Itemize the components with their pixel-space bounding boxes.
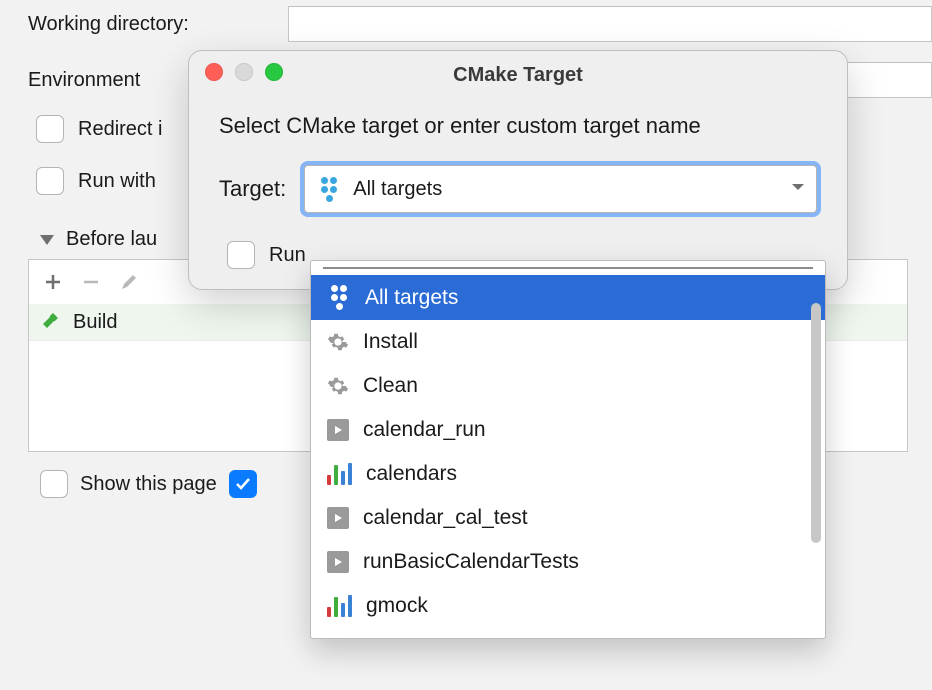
dialog-prompt: Select CMake target or enter custom targ… <box>219 113 817 139</box>
executable-icon <box>327 507 349 529</box>
redirect-checkbox[interactable] <box>36 115 64 143</box>
all-targets-icon <box>327 285 351 310</box>
before-launch-title: Before lau <box>66 228 157 251</box>
redirect-label: Redirect i <box>78 118 162 141</box>
hammer-icon <box>39 310 63 334</box>
dropdown-item-label: Install <box>363 330 418 354</box>
dropdown-item-label: calendars <box>366 462 457 486</box>
executable-icon <box>327 419 349 441</box>
run-with-label: Run with <box>78 170 156 193</box>
dropdown-item-label: All targets <box>365 286 458 310</box>
dialog-title: CMake Target <box>189 56 847 87</box>
dropdown-item[interactable]: runBasicCalendarTests <box>311 540 825 584</box>
titlebar: CMake Target <box>189 51 847 91</box>
dropdown-item[interactable]: calendars <box>311 452 825 496</box>
activate-checkbox[interactable] <box>229 470 257 498</box>
target-dropdown: All targets Install Clean calendar_runcalen… <box>310 260 826 639</box>
dropdown-item-label: gmock <box>366 594 428 618</box>
gear-icon <box>327 375 349 397</box>
window-controls <box>205 63 283 81</box>
chevron-down-icon <box>790 178 806 201</box>
run-label: Run <box>269 244 306 267</box>
dropdown-item[interactable]: gmock <box>311 584 825 628</box>
dialog-body: Select CMake target or enter custom targ… <box>189 91 847 269</box>
working-directory-label: Working directory: <box>28 13 288 36</box>
dropdown-search-underline <box>323 267 813 269</box>
dropdown-item[interactable]: Clean <box>311 364 825 408</box>
target-value: All targets <box>353 178 442 201</box>
dropdown-item[interactable]: Install <box>311 320 825 364</box>
dropdown-item-label: calendar_cal_test <box>363 506 528 530</box>
working-directory-row: Working directory: <box>28 6 932 42</box>
run-with-checkbox[interactable] <box>36 167 64 195</box>
close-icon[interactable] <box>205 63 223 81</box>
dropdown-item[interactable]: All targets <box>311 275 825 320</box>
run-checkbox[interactable] <box>227 241 255 269</box>
working-directory-input[interactable] <box>288 6 932 42</box>
dropdown-item[interactable]: calendar_cal_test <box>311 496 825 540</box>
gear-icon <box>327 331 349 353</box>
target-row: Target: All targets <box>219 165 817 213</box>
task-label: Build <box>73 311 117 334</box>
add-button[interactable] <box>39 268 67 296</box>
executable-icon <box>327 551 349 573</box>
dropdown-item-label: runBasicCalendarTests <box>363 550 579 574</box>
target-label: Target: <box>219 176 286 202</box>
cmake-target-dialog: CMake Target Select CMake target or ente… <box>188 50 848 290</box>
dropdown-item-label: calendar_run <box>363 418 486 442</box>
minimize-icon[interactable] <box>235 63 253 81</box>
edit-button[interactable] <box>115 268 143 296</box>
show-page-label: Show this page <box>80 473 217 496</box>
target-combobox[interactable]: All targets <box>304 165 817 213</box>
show-page-checkbox[interactable] <box>40 470 68 498</box>
scrollbar[interactable] <box>811 303 821 543</box>
remove-button[interactable] <box>77 268 105 296</box>
all-targets-icon <box>317 177 341 202</box>
library-icon <box>327 463 352 485</box>
zoom-icon[interactable] <box>265 63 283 81</box>
dropdown-item-label: Clean <box>363 374 418 398</box>
library-icon <box>327 595 352 617</box>
chevron-down-icon <box>40 235 54 245</box>
dropdown-item[interactable]: calendar_run <box>311 408 825 452</box>
